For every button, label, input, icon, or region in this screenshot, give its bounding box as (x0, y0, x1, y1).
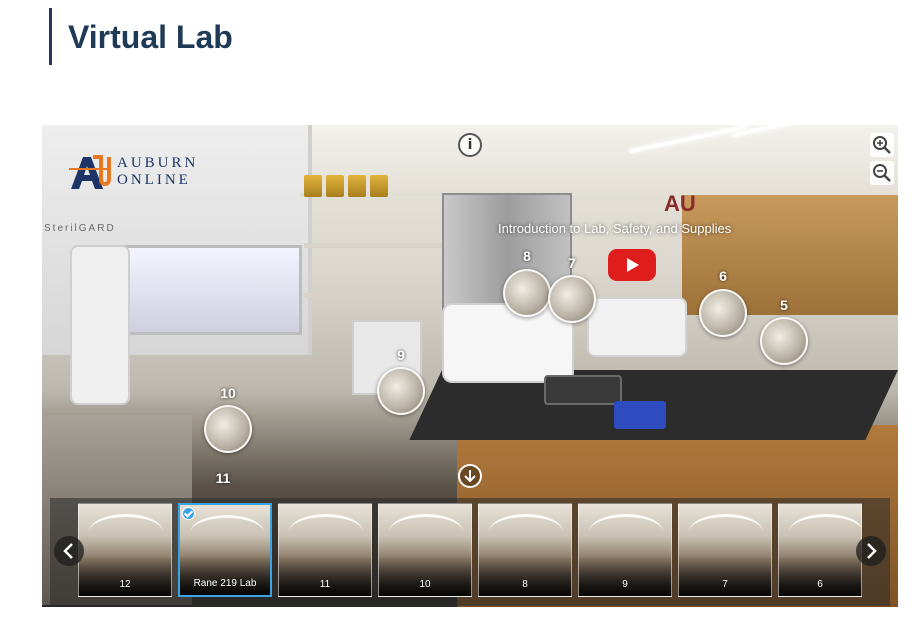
zoom-in-icon (873, 136, 891, 154)
hotspot-6[interactable] (699, 289, 747, 337)
info-button[interactable]: i (458, 133, 482, 157)
zoom-in-button[interactable] (870, 133, 894, 157)
scene-incubator (70, 245, 130, 405)
auburn-au-icon (69, 155, 111, 189)
panorama-viewer[interactable]: SterilGARD AU AUBURN ONLINE i Introducti… (42, 125, 898, 607)
thumbnail-rane-219-lab[interactable]: Rane 219 Lab (178, 503, 272, 597)
logo-text: AUBURN ONLINE (117, 155, 198, 189)
thumbnail-shade (279, 556, 371, 596)
page-title: Virtual Lab (68, 19, 233, 55)
hood-brand-label: SterilGARD (44, 223, 116, 234)
thumbnail-label: 6 (817, 579, 823, 590)
thumbnail-light (789, 514, 861, 550)
scene-hotplate (544, 375, 622, 405)
thumbnail-light (389, 514, 463, 550)
hotspot-10[interactable] (204, 405, 252, 453)
scroll-down-button[interactable] (458, 464, 482, 488)
page-title-block: Virtual Lab (49, 8, 233, 65)
thumbnail-light (289, 514, 363, 550)
zoom-out-button[interactable] (870, 161, 894, 185)
thumbnail-shade (379, 556, 471, 596)
shelf-row (304, 293, 446, 298)
thumbnail-light (689, 514, 763, 550)
hotspot-8[interactable] (503, 269, 551, 317)
hotspot-label: 7 (568, 255, 576, 271)
logo-line-2: ONLINE (117, 172, 191, 188)
logo-line-1: AUBURN (117, 155, 199, 171)
hotspot-7[interactable] (548, 275, 596, 323)
hotspot-5[interactable] (760, 317, 808, 365)
thumbnail-light (190, 515, 264, 551)
thumbnail-shade (180, 555, 270, 595)
thumbnail-10[interactable]: 10 (378, 503, 472, 597)
scene-sieve (326, 175, 344, 197)
thumbnail-light (89, 514, 163, 550)
chevron-left-icon (63, 543, 73, 559)
hotspot-label: 6 (719, 268, 727, 284)
thumbnail-shade (679, 556, 771, 596)
wall-logo: AU (664, 191, 696, 216)
thumbnail-label: 10 (419, 579, 431, 590)
thumbnail-9[interactable]: 9 (578, 503, 672, 597)
thumbnail-light (589, 514, 663, 550)
scene-sieve (304, 175, 322, 197)
thumbnail-label: Rane 219 Lab (193, 578, 257, 589)
hotspot-9[interactable] (377, 367, 425, 415)
arrow-down-icon (464, 470, 476, 483)
hotspot-label: 8 (523, 248, 531, 264)
thumbnail-label: 11 (319, 579, 331, 590)
thumbnail-label: 12 (119, 579, 131, 590)
thumbnail-6[interactable]: 6 (778, 503, 862, 597)
shelf-row (304, 243, 446, 248)
chevron-right-icon (867, 543, 877, 559)
scene-thumbnail-strip: 12 Rane 219 Lab 11 10 8 9 7 6 (50, 498, 890, 606)
thumbnail-prev-button[interactable] (54, 536, 84, 566)
thumbnail-8[interactable]: 8 (478, 503, 572, 597)
thumbnail-shade (479, 556, 571, 596)
thumbnail-11[interactable]: 11 (278, 503, 372, 597)
zoom-out-icon (873, 164, 891, 182)
scene-sieve (370, 175, 388, 197)
thumbnail-shade (79, 556, 171, 596)
hotspot-label: 9 (397, 347, 405, 363)
thumbnail-light (489, 514, 563, 550)
thumbnail-label: 7 (722, 579, 728, 590)
auburn-online-logo: AUBURN ONLINE (69, 153, 209, 193)
check-icon (182, 507, 195, 520)
info-icon: i (467, 137, 473, 153)
thumbnail-shade (579, 556, 671, 596)
scene-tube-rack (614, 401, 666, 429)
thumbnail-7[interactable]: 7 (678, 503, 772, 597)
hotspot-label: 5 (780, 297, 788, 313)
thumbnail-next-button[interactable] (856, 536, 886, 566)
scene-sieve (348, 175, 366, 197)
youtube-play-icon[interactable] (608, 249, 656, 281)
thumbnail-label: 9 (622, 579, 628, 590)
thumbnail-12[interactable]: 12 (78, 503, 172, 597)
thumbnail-shade (779, 556, 861, 596)
scene-centrifuge (587, 297, 687, 357)
thumbnail-label: 8 (522, 579, 528, 590)
hotspot-label: 11 (215, 470, 231, 486)
video-hotspot-label[interactable]: Introduction to Lab, Safety, and Supplie… (498, 221, 731, 236)
hotspot-label: 10 (220, 385, 236, 401)
